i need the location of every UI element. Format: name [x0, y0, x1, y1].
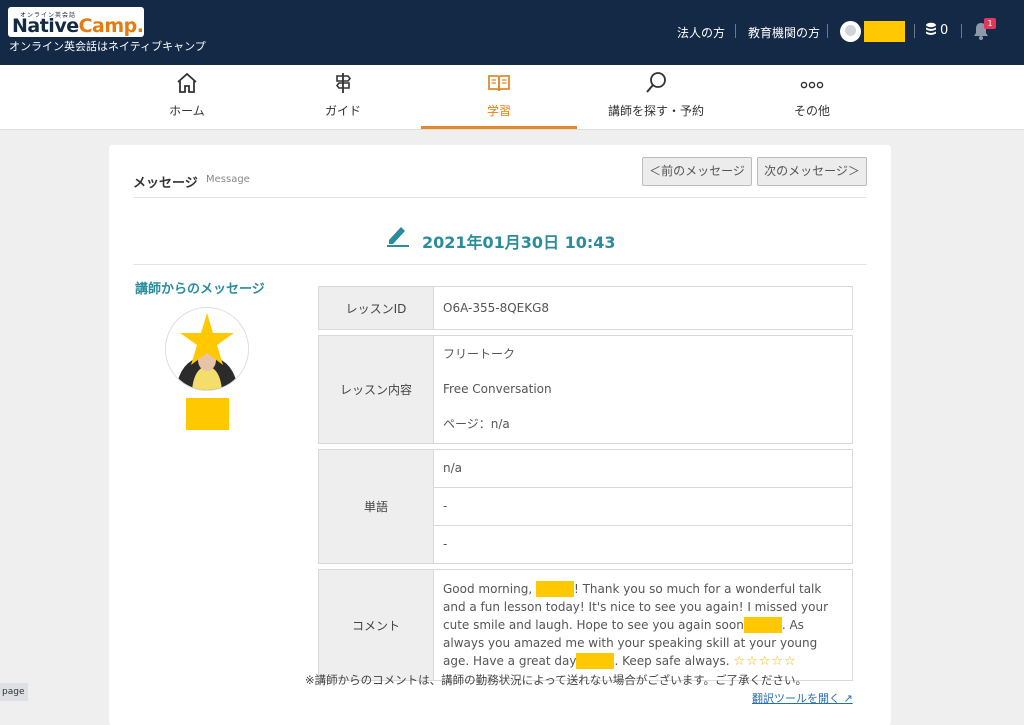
- book-icon: [488, 75, 510, 92]
- coin-stack-icon: [926, 22, 936, 35]
- more-icon: [800, 81, 824, 89]
- nav-label-study: 学習: [486, 104, 511, 118]
- vocab-label: 単語: [318, 449, 434, 564]
- open-translation-tool-link[interactable]: 翻訳ツールを開く ↗: [752, 690, 853, 706]
- lesson-content-page: ページ：n/a: [443, 417, 510, 431]
- comment-label: コメント: [318, 569, 434, 681]
- signpost-icon: [335, 73, 352, 93]
- corporate-link[interactable]: 法人の方: [677, 24, 725, 41]
- student-name-redacted: [576, 653, 615, 669]
- table-row: レッスンID O6A-355-8QEKG8: [318, 286, 853, 330]
- vocab-item: -: [434, 488, 852, 526]
- comment-value: Good morning, ! Thank you so much for a …: [434, 569, 853, 681]
- nav-home[interactable]: ホーム: [109, 65, 265, 129]
- pencil-icon: [387, 227, 409, 247]
- user-avatar[interactable]: [840, 21, 861, 42]
- star-rating-icon: ☆☆☆☆☆: [733, 653, 797, 669]
- prev-message-button[interactable]: ＜前のメッセージ: [642, 157, 752, 186]
- page-title: メッセージ: [133, 176, 198, 191]
- page-subtitle: Message: [206, 174, 250, 185]
- user-name-redacted[interactable]: [864, 21, 905, 42]
- divider: [133, 264, 867, 265]
- lesson-content-jp: フリートーク: [443, 347, 516, 361]
- header-divider: [914, 24, 915, 38]
- lesson-content-label: レッスン内容: [318, 335, 434, 444]
- main-nav: ホーム ガイド 学習 講師を探す・予約 その他: [0, 65, 1024, 130]
- notification-badge: 1: [984, 18, 996, 29]
- table-row: コメント Good morning, ! Thank you so much f…: [318, 569, 853, 681]
- message-date: 2021年01月30日 10:43: [422, 233, 616, 252]
- lesson-content-en: Free Conversation: [443, 382, 552, 396]
- nav-label-find-teacher: 講師を探す・予約: [607, 104, 704, 118]
- vocab-item: -: [443, 537, 448, 551]
- vocab-value: n/a - -: [434, 449, 853, 564]
- search-icon: [646, 72, 666, 93]
- lesson-content-value: フリートーク Free Conversation ページ：n/a: [434, 335, 853, 444]
- teacher-message-heading: 講師からのメッセージ: [135, 282, 265, 297]
- header-divider: [735, 24, 736, 38]
- home-icon: [177, 72, 197, 93]
- message-card: メッセージ Message ＜前のメッセージ 次のメッセージ＞ 2021年01月…: [109, 145, 891, 725]
- coin-count[interactable]: 0: [940, 23, 948, 38]
- teacher-comment: Good morning, ! Thank you so much for a …: [443, 581, 829, 669]
- table-row: レッスン内容 フリートーク Free Conversation ページ：n/a: [318, 335, 853, 444]
- table-row: 単語 n/a - -: [318, 449, 853, 564]
- lesson-details-table: レッスンID O6A-355-8QEKG8 レッスン内容 フリートーク Free…: [318, 281, 853, 686]
- page-tag: page: [0, 683, 28, 701]
- teacher-photo[interactable]: [165, 307, 249, 391]
- teacher-avatar-image: [166, 308, 248, 390]
- logo-tagline: オンライン英会話はネイティブキャンプ: [9, 40, 206, 53]
- top-header: オンライン英会話 NativeCamp. オンライン英会話はネイティブキャンプ …: [0, 0, 1024, 65]
- logo[interactable]: オンライン英会話 NativeCamp.: [8, 7, 144, 37]
- teacher-name-redacted: [186, 398, 229, 430]
- lesson-id-value: O6A-355-8QEKG8: [434, 286, 853, 330]
- header-divider: [827, 24, 828, 38]
- next-message-button[interactable]: 次のメッセージ＞: [757, 157, 867, 186]
- nav-guide[interactable]: ガイド: [265, 65, 421, 129]
- vocab-item: n/a: [434, 450, 852, 488]
- nav-more[interactable]: その他: [734, 65, 890, 129]
- header-divider: [961, 24, 962, 38]
- education-link[interactable]: 教育機関の方: [748, 24, 820, 41]
- lesson-id-label: レッスンID: [318, 286, 434, 330]
- nav-find-teacher[interactable]: 講師を探す・予約: [578, 65, 734, 129]
- active-tab-indicator: [421, 126, 577, 129]
- logo-wordmark: NativeCamp.: [12, 15, 144, 37]
- divider: [133, 197, 867, 198]
- nav-label-home: ホーム: [169, 104, 205, 118]
- external-link-icon: ↗: [843, 692, 853, 705]
- nav-label-more: その他: [793, 104, 830, 118]
- comment-disclaimer: ※講師からのコメントは、講師の勤務状況によって送れない場合がございます。ご了承く…: [305, 673, 808, 687]
- student-name-redacted: [743, 617, 782, 633]
- student-name-redacted: [535, 581, 574, 597]
- nav-study[interactable]: 学習: [421, 65, 577, 129]
- nav-label-guide: ガイド: [324, 104, 361, 118]
